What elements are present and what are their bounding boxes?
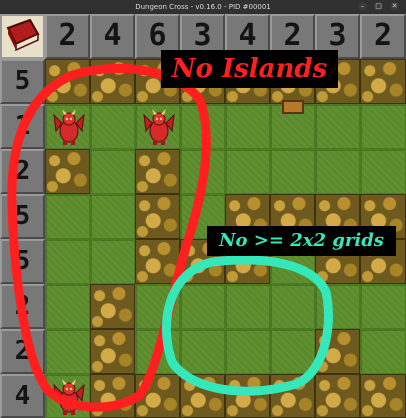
island-outline <box>7 64 211 412</box>
grid-outline <box>161 255 333 396</box>
no-grids-label: No >= 2x2 grids <box>207 226 396 256</box>
no-islands-label: No Islands <box>161 50 338 88</box>
